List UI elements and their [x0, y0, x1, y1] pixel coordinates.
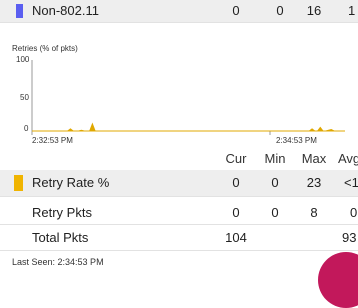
retry-rate-cur: 0	[232, 175, 240, 190]
header-min: Min	[264, 151, 286, 166]
retry-rate-max: 23	[306, 175, 322, 190]
retry-rate-label: Retry Rate %	[32, 175, 110, 190]
retry-rate-avg: <1	[344, 175, 358, 190]
header-cur: Cur	[225, 151, 247, 166]
total-pkts-cur: 104	[225, 230, 247, 245]
total-pkts-avg: 93	[342, 230, 357, 245]
retry-pkts-label: Retry Pkts	[32, 205, 92, 220]
last-seen-text: Last Seen: 2:34:53 PM	[12, 257, 104, 267]
chart-x-start: 2:32:53 PM	[32, 136, 73, 145]
header-max: Max	[301, 151, 327, 166]
chart-x-end: 2:34:53 PM	[276, 136, 317, 145]
retry-rate-swatch	[14, 175, 23, 191]
retry-pkts-cur: 0	[232, 205, 240, 220]
retry-rate-series-area	[32, 122, 345, 132]
retry-pkts-min: 0	[271, 205, 279, 220]
total-pkts-label: Total Pkts	[32, 230, 89, 245]
retry-rate-min: 0	[271, 175, 279, 190]
header-avg: Avg	[338, 151, 358, 166]
retry-rate-row: Retry Rate % 0 0 23 <1	[0, 170, 358, 196]
retry-pkts-max: 8	[310, 205, 318, 220]
retry-pkts-avg: 0	[350, 205, 358, 220]
